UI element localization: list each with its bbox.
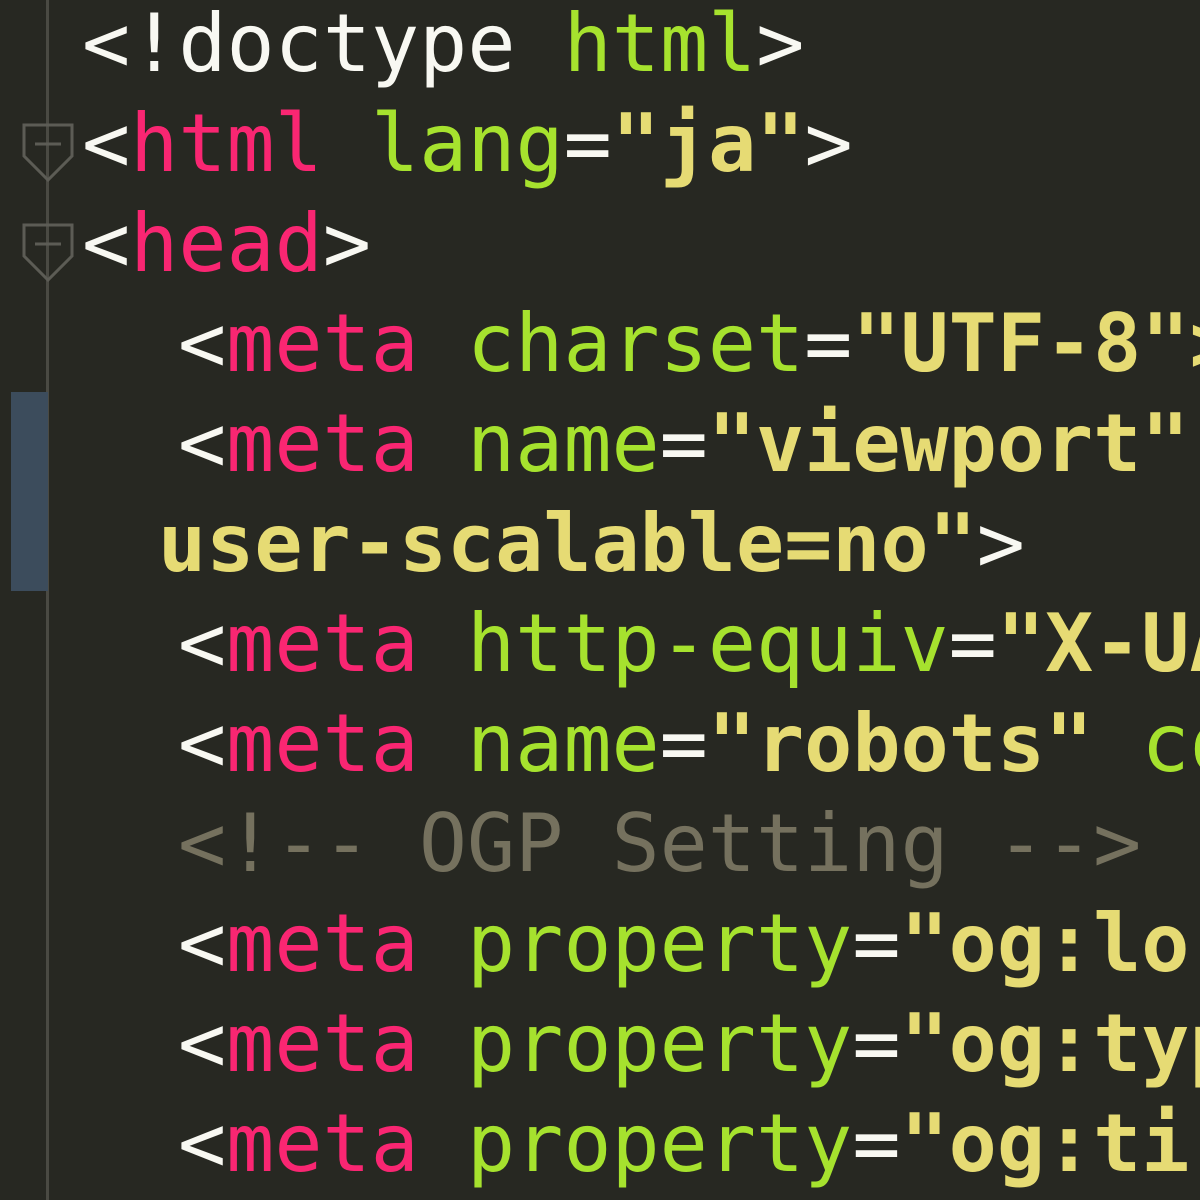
code-token-punct: >: [976, 497, 1025, 590]
code-token-punct: =: [659, 697, 708, 790]
code-token-str: "og:lo: [900, 897, 1190, 990]
code-token-punct: <: [82, 97, 131, 190]
code-token-attr: co: [1141, 697, 1200, 790]
code-token-punct: =: [852, 997, 901, 1090]
code-token-str: "X-UA: [996, 597, 1200, 690]
code-token-str: user-scalable=no": [158, 497, 977, 590]
code-token-punct: [419, 297, 467, 390]
code-token-punct: =: [852, 1097, 901, 1190]
code-token-comment: <!-- OGP Setting -->: [178, 797, 1142, 890]
code-line[interactable]: <meta property="og:ti: [178, 1094, 1189, 1194]
code-token-tag: meta: [226, 697, 419, 790]
code-line[interactable]: <!doctype html>: [82, 0, 804, 94]
code-token-tag: meta: [226, 1097, 419, 1190]
code-token-tag: meta: [226, 597, 419, 690]
code-token-punct: =: [852, 897, 901, 990]
code-token-punct: <: [178, 1097, 227, 1190]
code-token-punct: >: [756, 0, 805, 90]
code-token-punct: <: [178, 597, 227, 690]
code-token-punct: =: [563, 97, 612, 190]
code-token-str: "UTF-8">: [852, 297, 1200, 390]
code-token-attr: charset: [467, 297, 805, 390]
code-token-attr: property: [467, 997, 853, 1090]
code-token-str: "viewport": [707, 397, 1190, 490]
code-token-punct: <: [82, 197, 131, 290]
code-line[interactable]: <head>: [82, 194, 371, 294]
code-token-str: "og:typ: [900, 997, 1200, 1090]
code-editor[interactable]: <!doctype html> <html lang="ja"> <head> <me…: [0, 0, 1200, 1200]
code-token-attr: html: [563, 0, 757, 90]
code-token-attr: property: [467, 897, 853, 990]
code-token-punct: [419, 1097, 467, 1190]
code-line[interactable]: user-scalable=no">: [158, 494, 1025, 594]
code-token-tag: html: [130, 97, 323, 190]
code-line[interactable]: <html lang="ja">: [82, 94, 853, 194]
code-token-punct: [419, 897, 467, 990]
code-token-punct: <: [178, 397, 227, 490]
code-token-tag: meta: [226, 997, 419, 1090]
fold-collapse-icon[interactable]: [21, 122, 75, 184]
code-token-punct: >: [322, 197, 371, 290]
code-token-punct: [419, 997, 467, 1090]
code-token-attr: name: [467, 397, 660, 490]
code-token-punct: [1093, 697, 1141, 790]
code-token-attr: lang: [371, 97, 564, 190]
code-line[interactable]: <meta name="viewport": [178, 394, 1189, 494]
gutter-modified-indicator: [11, 392, 48, 591]
code-token-punct: <: [178, 897, 227, 990]
code-token-tag: meta: [226, 297, 419, 390]
code-token-tag: meta: [226, 397, 419, 490]
code-token-punct: =: [948, 597, 997, 690]
code-token-str: "og:ti: [900, 1097, 1190, 1190]
code-token-str: "robots": [707, 697, 1094, 790]
code-token-punct: <: [178, 997, 227, 1090]
code-token-tag: meta: [226, 897, 419, 990]
code-token-punct: >: [804, 97, 853, 190]
code-token-punct: <: [178, 697, 227, 790]
code-token-punct: <!doctype: [82, 0, 564, 90]
code-token-punct: [419, 397, 467, 490]
code-line[interactable]: <meta http-equiv="X-UA: [178, 594, 1200, 694]
code-line[interactable]: <meta name="robots" co: [178, 694, 1200, 794]
code-line[interactable]: <meta charset="UTF-8">: [178, 294, 1200, 394]
code-token-punct: [323, 97, 371, 190]
code-token-punct: <: [178, 297, 227, 390]
code-token-attr: name: [467, 697, 660, 790]
code-token-punct: =: [659, 397, 708, 490]
code-token-attr: property: [467, 1097, 853, 1190]
code-line[interactable]: <meta property="og:typ: [178, 994, 1200, 1094]
code-token-punct: [419, 697, 467, 790]
code-line[interactable]: <!-- OGP Setting -->: [178, 794, 1141, 894]
code-token-punct: =: [804, 297, 853, 390]
fold-collapse-icon[interactable]: [21, 222, 75, 284]
code-line[interactable]: <meta property="og:lo: [178, 894, 1189, 994]
code-token-str: "ja": [611, 97, 805, 190]
code-token-tag: head: [130, 197, 323, 290]
code-token-punct: [419, 597, 467, 690]
code-token-attr: http-equiv: [467, 597, 949, 690]
